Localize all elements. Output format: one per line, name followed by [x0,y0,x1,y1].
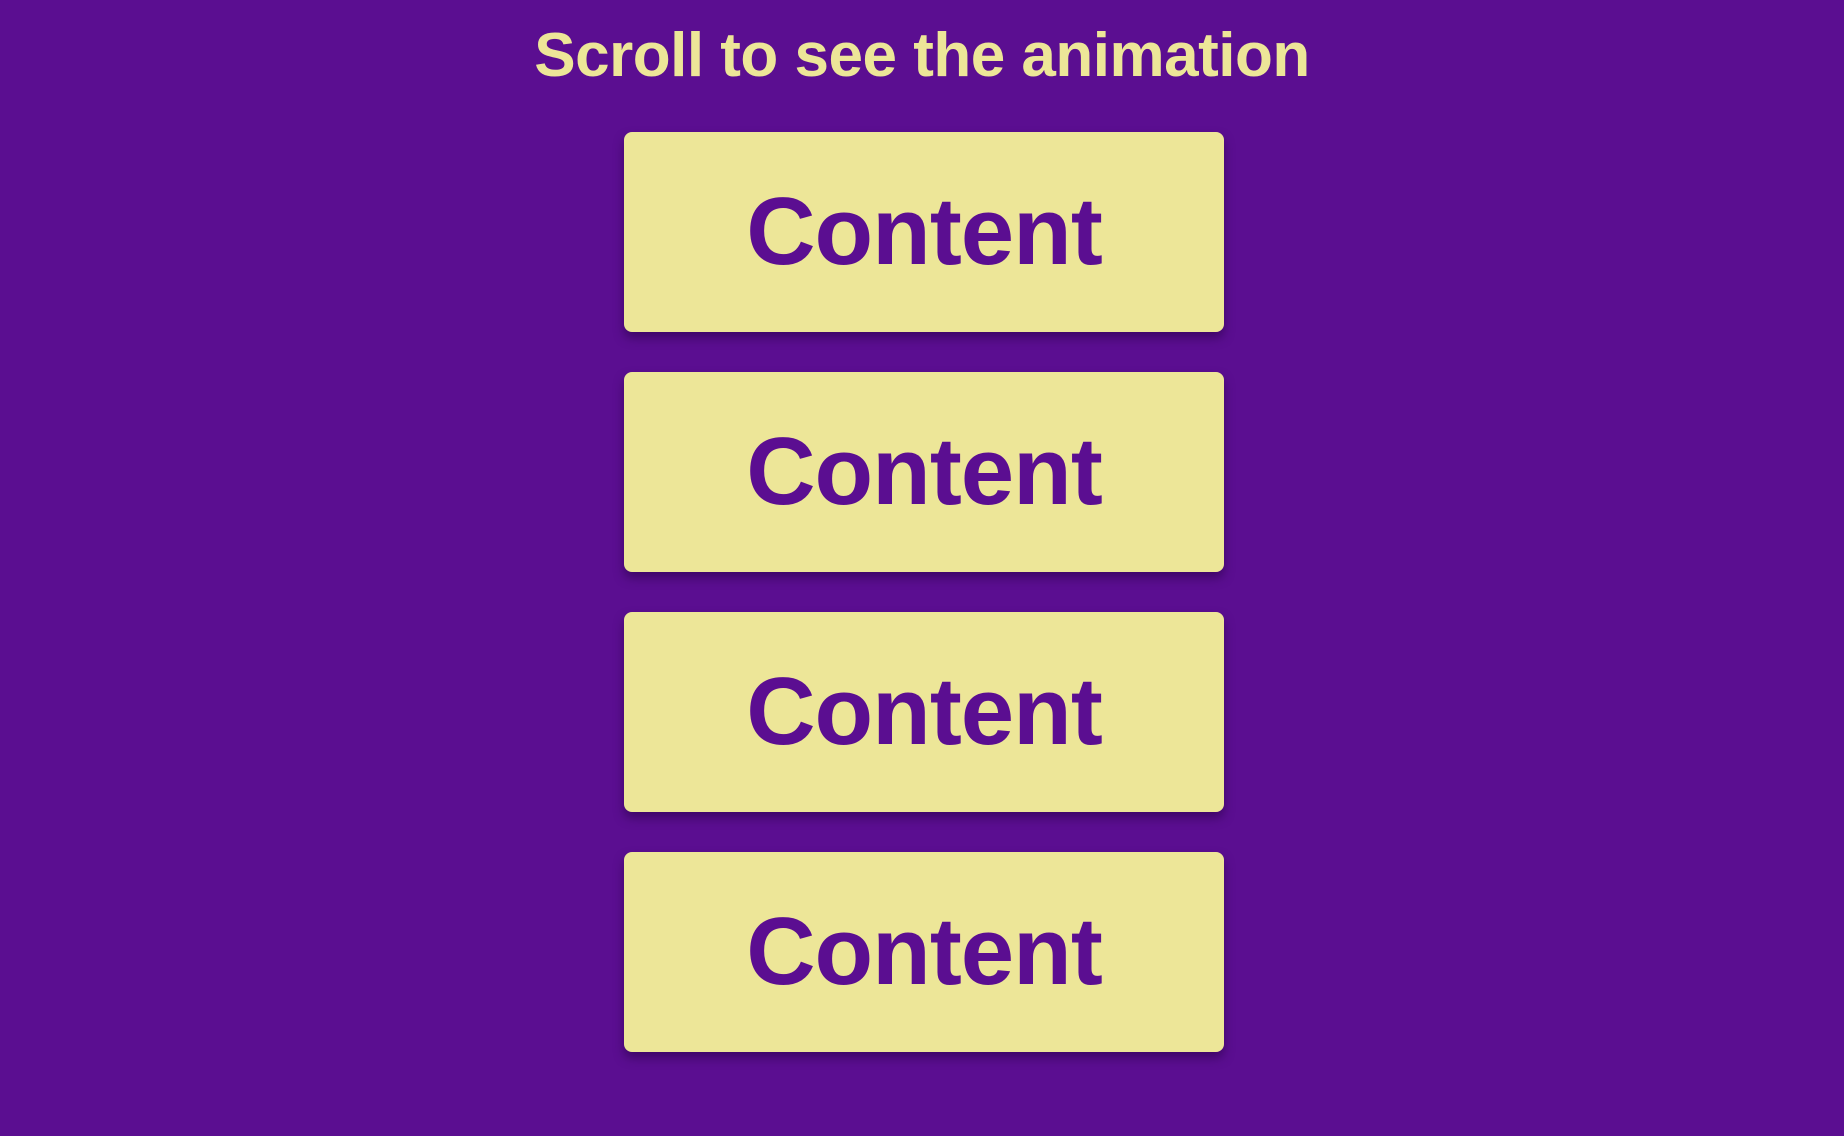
content-card: Content [624,612,1224,812]
content-card: Content [624,852,1224,1052]
card-label: Content [746,418,1103,525]
card-list: Content Content Content Content [624,132,1224,1092]
page-title: Scroll to see the animation [534,21,1310,90]
card-label: Content [746,658,1103,765]
card-label: Content [746,178,1103,285]
content-card: Content [624,132,1224,332]
page: Scroll to see the animation Content Cont… [0,0,1844,1136]
content-card: Content [624,372,1224,572]
card-label: Content [746,898,1103,1005]
